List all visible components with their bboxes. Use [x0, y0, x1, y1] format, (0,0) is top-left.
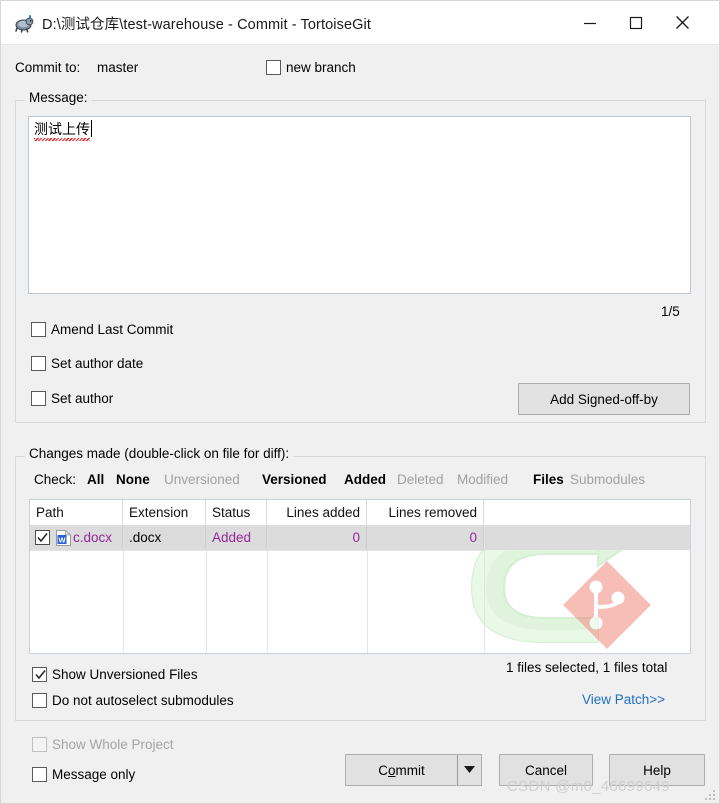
set-author-date-label[interactable]: Set author date: [51, 356, 143, 371]
cell-lines-added: 0: [267, 526, 367, 550]
grid-col-separator: [484, 526, 485, 653]
add-signed-off-by-button[interactable]: Add Signed-off-by: [518, 383, 690, 415]
commit-to-branch[interactable]: master: [97, 60, 138, 75]
grid-row-separator: [30, 550, 484, 551]
filter-modified: Modified: [457, 472, 509, 487]
file-list[interactable]: Path Extension Status Lines added Lines …: [29, 499, 691, 654]
filter-unversioned: Unversioned: [164, 472, 240, 487]
column-header-lines-removed[interactable]: Lines removed: [367, 500, 484, 525]
table-row[interactable]: W c.docx .docx Added 0 0: [30, 526, 690, 550]
column-header-status[interactable]: Status: [206, 500, 267, 525]
commit-message-text: 测试上传: [34, 120, 92, 141]
cell-path: c.docx: [30, 526, 123, 550]
filter-added[interactable]: Added: [344, 472, 386, 487]
window-title: D:\测试仓库\test-warehouse - Commit - Tortoi…: [42, 17, 371, 33]
filter-versioned[interactable]: Versioned: [262, 472, 327, 487]
filter-files[interactable]: Files: [533, 472, 564, 487]
cell-lines-removed: 0: [367, 526, 484, 550]
do-not-autoselect-submodules-label[interactable]: Do not autoselect submodules: [52, 693, 234, 708]
view-patch-link[interactable]: View Patch>>: [582, 692, 665, 707]
grid-col-separator: [367, 550, 368, 653]
commit-button[interactable]: Commit: [345, 754, 457, 786]
filter-none[interactable]: None: [116, 472, 150, 487]
show-whole-project-checkbox: [32, 737, 47, 752]
message-group-legend: Message:: [25, 90, 92, 105]
commit-accel-char: o: [387, 762, 396, 778]
commit-button-label: Commit: [378, 762, 425, 778]
show-unversioned-files-checkbox[interactable]: [32, 667, 47, 682]
cell-status: Added: [206, 526, 267, 550]
message-counter: 1/5: [661, 304, 680, 319]
title-bar: D:\测试仓库\test-warehouse - Commit - Tortoi…: [1, 1, 719, 45]
csdn-watermark: CSDN @m0_46699649: [507, 778, 670, 795]
set-author-checkbox[interactable]: [31, 391, 46, 406]
changes-group-legend: Changes made (double-click on file for d…: [25, 446, 294, 461]
set-author-label[interactable]: Set author: [51, 391, 113, 406]
set-author-date-checkbox[interactable]: [31, 356, 46, 371]
commit-dropdown-button[interactable]: [457, 754, 482, 786]
commit-dialog: D:\测试仓库\test-warehouse - Commit - Tortoi…: [0, 0, 720, 804]
column-header-extension[interactable]: Extension: [123, 500, 206, 525]
message-only-checkbox[interactable]: [32, 767, 47, 782]
column-header-path[interactable]: Path: [30, 500, 123, 525]
file-list-header: Path Extension Status Lines added Lines …: [30, 500, 690, 526]
message-only-label[interactable]: Message only: [52, 767, 135, 782]
resize-grip[interactable]: [704, 789, 716, 801]
filter-submodules: Submodules: [570, 472, 646, 487]
cell-extension: .docx: [123, 526, 206, 550]
grid-col-separator: [267, 550, 268, 653]
chevron-down-icon: [464, 766, 475, 773]
text-caret: [91, 120, 92, 137]
tortoisegit-icon: [13, 12, 35, 34]
check-label: Check:: [34, 472, 77, 487]
filter-deleted: Deleted: [397, 472, 444, 487]
maximize-button[interactable]: [613, 1, 659, 44]
spellchecked-word: 测试上传: [34, 121, 90, 141]
grid-col-separator: [206, 550, 207, 653]
minimize-button[interactable]: [567, 1, 613, 44]
file-summary: 1 files selected, 1 files total: [506, 660, 668, 675]
close-button[interactable]: [659, 1, 705, 44]
show-unversioned-files-label[interactable]: Show Unversioned Files: [52, 667, 198, 682]
show-whole-project-label: Show Whole Project: [52, 737, 174, 752]
new-branch-label[interactable]: new branch: [286, 60, 356, 75]
commit-message-input[interactable]: 测试上传: [28, 116, 691, 294]
filter-all[interactable]: All: [87, 472, 104, 487]
new-branch-checkbox[interactable]: [266, 60, 281, 75]
commit-to-label: Commit to:: [15, 60, 81, 75]
amend-last-commit-checkbox[interactable]: [31, 322, 46, 337]
do-not-autoselect-submodules-checkbox[interactable]: [32, 693, 47, 708]
grid-col-separator: [123, 550, 124, 653]
amend-last-commit-label[interactable]: Amend Last Commit: [51, 322, 173, 337]
column-header-lines-added[interactable]: Lines added: [267, 500, 367, 525]
